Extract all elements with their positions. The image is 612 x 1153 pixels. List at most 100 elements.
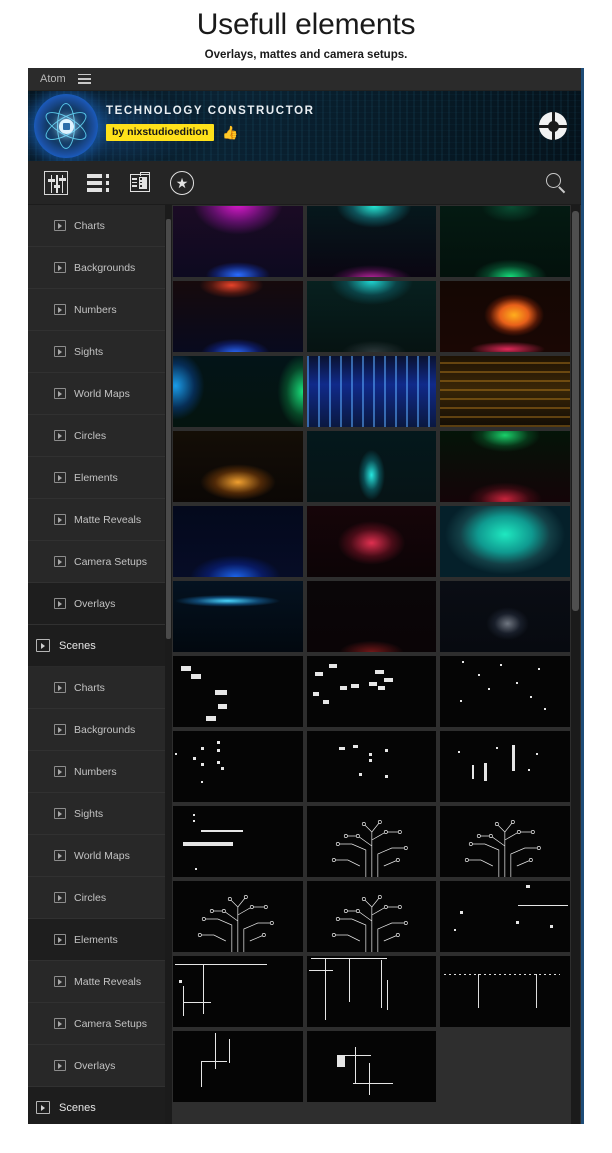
- sidebar-scrollbar-thumb[interactable]: [166, 219, 171, 639]
- thumbnail-item[interactable]: [173, 1031, 303, 1102]
- sidebar-item-sights[interactable]: Sights: [28, 331, 172, 373]
- sidebar-item-numbers[interactable]: Numbers: [28, 751, 172, 793]
- page-header: Usefull elements Overlays, mattes and ca…: [0, 0, 612, 63]
- sidebar-item-label: Charts: [74, 220, 105, 232]
- play-box-icon: [54, 220, 66, 231]
- sidebar-item-label: Circles: [74, 430, 106, 442]
- thumbnail-item[interactable]: [307, 356, 437, 427]
- sidebar-item-circles[interactable]: Circles: [28, 415, 172, 457]
- sidebar-item-label: Charts: [74, 682, 105, 694]
- thumbnail-item[interactable]: [173, 956, 303, 1027]
- hamburger-menu-icon[interactable]: [78, 74, 91, 84]
- thumbnail-item[interactable]: [173, 506, 303, 577]
- sidebar-item-world-maps[interactable]: World Maps: [28, 373, 172, 415]
- sidebar-item-label: Numbers: [74, 766, 117, 778]
- author-badge[interactable]: by nixstudioedition: [106, 124, 214, 141]
- thumbnail-item[interactable]: [173, 581, 303, 652]
- thumbnail-item[interactable]: [173, 356, 303, 427]
- sidebar-item-backgrounds[interactable]: Backgrounds: [28, 247, 172, 289]
- sidebar-item-camera-setups[interactable]: Camera Setups: [28, 1003, 172, 1045]
- product-title: TECHNOLOGY CONSTRUCTOR: [106, 105, 315, 117]
- sidebar-item-backgrounds[interactable]: Backgrounds: [28, 709, 172, 751]
- sidebar-item-label: World Maps: [74, 388, 130, 400]
- thumbnail-item[interactable]: [440, 881, 570, 952]
- film-folder-icon[interactable]: [128, 171, 152, 195]
- play-box-icon: [54, 976, 66, 987]
- thumbnail-item[interactable]: [307, 581, 437, 652]
- thumbnail-item[interactable]: [307, 956, 437, 1027]
- banner-text-block: TECHNOLOGY CONSTRUCTOR by nixstudioediti…: [106, 105, 315, 141]
- thumbnail-item[interactable]: [173, 806, 303, 877]
- thumbnail-item[interactable]: [307, 881, 437, 952]
- sidebar-item-label: Camera Setups: [74, 1018, 147, 1030]
- app-name-label: Atom: [40, 73, 66, 85]
- grid-scrollbar[interactable]: [571, 205, 580, 1124]
- play-box-icon: [54, 304, 66, 315]
- sidebar-scroll-area[interactable]: ChartsBackgroundsNumbersSightsWorld Maps…: [28, 205, 172, 1124]
- play-box-icon: [54, 808, 66, 819]
- sidebar-item-elements[interactable]: Elements: [28, 919, 172, 961]
- thumbnail-item[interactable]: [307, 1031, 437, 1102]
- sidebar-item-numbers[interactable]: Numbers: [28, 289, 172, 331]
- play-box-icon: [54, 346, 66, 357]
- play-box-icon: [36, 1101, 50, 1114]
- sidebar-item-matte-reveals[interactable]: Matte Reveals: [28, 499, 172, 541]
- thumbnail-item[interactable]: [440, 206, 570, 277]
- star-circle-icon[interactable]: ★: [170, 171, 194, 195]
- sidebar-item-charts[interactable]: Charts: [28, 205, 172, 247]
- sidebar-item-world-maps[interactable]: World Maps: [28, 835, 172, 877]
- sidebar-item-overlays[interactable]: Overlays: [28, 1045, 172, 1087]
- thumbnail-item[interactable]: [440, 281, 570, 352]
- thumbnail-item[interactable]: [440, 431, 570, 502]
- thumbnail-item[interactable]: [173, 881, 303, 952]
- window-body: ChartsBackgroundsNumbersSightsWorld Maps…: [28, 205, 581, 1124]
- sidebar-item-label: Overlays: [74, 598, 115, 610]
- atom-logo-icon: [34, 94, 98, 158]
- list-icon[interactable]: [86, 171, 110, 195]
- thumbnail-item[interactable]: [440, 581, 570, 652]
- thumbnail-item[interactable]: [307, 281, 437, 352]
- sidebar-item-overlays[interactable]: Overlays: [28, 583, 172, 625]
- main-toolbar: ★: [28, 161, 581, 205]
- sidebar-item-label: Camera Setups: [74, 556, 147, 568]
- thumbnail-item[interactable]: [440, 731, 570, 802]
- sidebar-item-label: Matte Reveals: [74, 514, 141, 526]
- thumbnail-item[interactable]: [440, 356, 570, 427]
- play-box-icon: [54, 766, 66, 777]
- thumbnail-item[interactable]: [173, 281, 303, 352]
- sidebar-scrollbar[interactable]: [165, 205, 172, 1124]
- thumbnail-item[interactable]: [307, 731, 437, 802]
- search-icon[interactable]: [545, 172, 567, 194]
- thumbnail-item[interactable]: [173, 656, 303, 727]
- grid-scrollbar-thumb[interactable]: [572, 211, 579, 611]
- thumbnail-item[interactable]: [440, 806, 570, 877]
- sidebar-item-label: Circles: [74, 892, 106, 904]
- thumbnail-item[interactable]: [307, 206, 437, 277]
- play-box-icon: [54, 1018, 66, 1029]
- play-box-icon: [54, 934, 66, 945]
- play-box-icon: [54, 472, 66, 483]
- thumbnail-item[interactable]: [173, 431, 303, 502]
- sidebar-group-scenes[interactable]: Scenes: [28, 1087, 172, 1124]
- thumbnail-item[interactable]: [307, 431, 437, 502]
- thumbnail-item[interactable]: [440, 656, 570, 727]
- sidebar-item-charts[interactable]: Charts: [28, 667, 172, 709]
- sidebar-item-label: Elements: [74, 472, 118, 484]
- thumbnail-item[interactable]: [173, 731, 303, 802]
- thumbnail-item[interactable]: [440, 956, 570, 1027]
- thumbnail-item[interactable]: [307, 506, 437, 577]
- sidebar-item-circles[interactable]: Circles: [28, 877, 172, 919]
- thumbnail-item[interactable]: [307, 656, 437, 727]
- sidebar-item-sights[interactable]: Sights: [28, 793, 172, 835]
- sidebar-item-matte-reveals[interactable]: Matte Reveals: [28, 961, 172, 1003]
- sidebar-item-camera-setups[interactable]: Camera Setups: [28, 541, 172, 583]
- thumbs-up-icon[interactable]: 👍: [222, 126, 238, 139]
- product-banner: TECHNOLOGY CONSTRUCTOR by nixstudioediti…: [28, 91, 581, 161]
- sliders-icon[interactable]: [44, 171, 68, 195]
- thumbnail-item[interactable]: [307, 806, 437, 877]
- target-navigation-icon[interactable]: [539, 112, 567, 140]
- thumbnail-item[interactable]: [173, 206, 303, 277]
- thumbnail-item[interactable]: [440, 506, 570, 577]
- sidebar-item-elements[interactable]: Elements: [28, 457, 172, 499]
- sidebar-group-scenes[interactable]: Scenes: [28, 625, 172, 667]
